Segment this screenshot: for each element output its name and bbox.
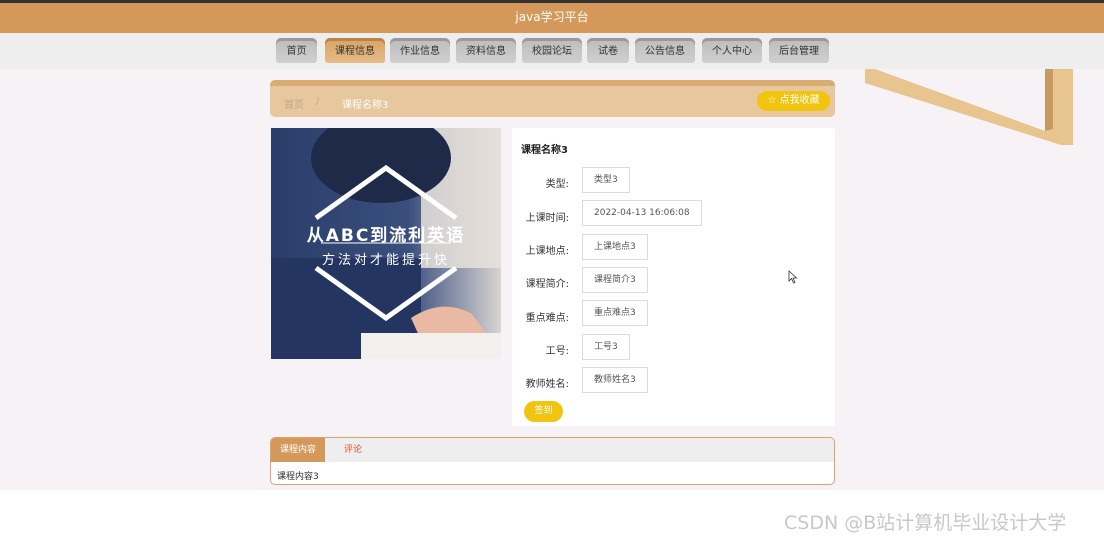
nav-item-materials[interactable]: 资料信息: [456, 38, 516, 63]
cover-headline: 从ABC到流利英语: [306, 226, 466, 246]
site-header: java学习平台: [0, 3, 1104, 33]
nav-item-home[interactable]: 首页: [276, 38, 317, 63]
favorite-button[interactable]: ☆ 点我收藏: [757, 91, 830, 111]
nav-item-exam[interactable]: 试卷: [587, 38, 629, 63]
nav-item-admin[interactable]: 后台管理: [769, 38, 829, 63]
field-label-key-points: 重点难点:: [525, 313, 569, 324]
tab-course-content[interactable]: 课程内容: [271, 438, 325, 462]
field-value-location: 上课地点3: [582, 234, 648, 260]
field-value-teacher-name: 教师姓名3: [582, 367, 648, 393]
course-title: 课程名称3: [521, 145, 568, 156]
cover-subline: 方法对才能提升快: [321, 253, 450, 268]
field-label-introduction: 课程简介:: [525, 279, 569, 290]
field-label-location: 上课地点:: [525, 246, 569, 257]
course-info-panel: 课程名称3 类型: 类型3 上课时间: 2022-04-13 16:06:08 …: [512, 128, 835, 426]
nav-item-course-info[interactable]: 课程信息: [325, 38, 385, 63]
site-title: java学习平台: [515, 10, 589, 24]
field-value-introduction: 课程简介3: [582, 267, 648, 293]
tab-comments[interactable]: 评论: [333, 438, 373, 462]
breadcrumb-separator: /: [316, 96, 320, 107]
watermark: CSDN @B站计算机毕业设计大学: [784, 512, 1067, 534]
field-value-key-points: 重点难点3: [582, 300, 648, 326]
nav-item-forum[interactable]: 校园论坛: [522, 38, 582, 63]
course-cover-image: 从ABC到流利英语 方法对才能提升快: [271, 128, 501, 359]
field-label-teacher-name: 教师姓名:: [525, 379, 569, 390]
decorative-frame: [865, 69, 1073, 145]
field-label-class-time: 上课时间:: [525, 213, 569, 224]
mouse-cursor-icon: [788, 270, 798, 284]
breadcrumb: 首页 / 课程名称3 ☆ 点我收藏: [270, 80, 835, 117]
sign-in-button[interactable]: 签到: [524, 401, 563, 422]
field-label-type: 类型:: [545, 179, 569, 190]
tabs-header: 课程内容 评论: [271, 438, 834, 462]
main-nav: 首页 课程信息 作业信息 资料信息 校园论坛 试卷 公告信息 个人中心 后台管理: [0, 33, 1104, 69]
nav-item-announcements[interactable]: 公告信息: [635, 38, 695, 63]
course-detail-tabs: 课程内容 评论 课程内容3: [270, 437, 835, 485]
breadcrumb-home[interactable]: 首页: [284, 96, 304, 111]
breadcrumb-current: 课程名称3: [342, 100, 389, 111]
field-value-type: 类型3: [582, 167, 630, 193]
field-label-staff-id: 工号:: [545, 346, 569, 357]
field-value-staff-id: 工号3: [582, 334, 630, 360]
field-value-class-time: 2022-04-13 16:06:08: [582, 200, 702, 226]
nav-item-homework[interactable]: 作业信息: [390, 38, 450, 63]
nav-item-personal-center[interactable]: 个人中心: [702, 38, 762, 63]
tab-content-text: 课程内容3: [277, 472, 319, 482]
